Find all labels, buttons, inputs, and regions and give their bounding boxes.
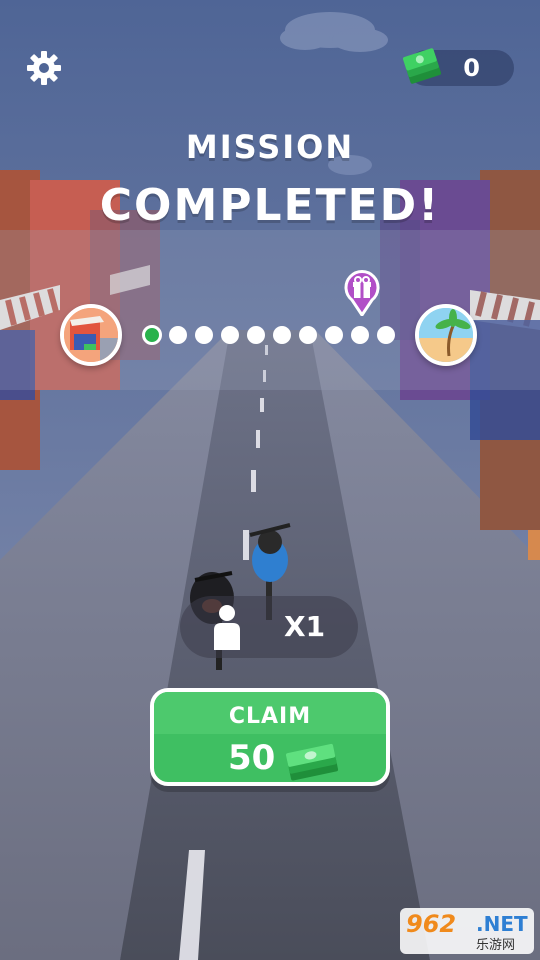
cash-stack-icon <box>402 48 442 84</box>
completed-title: COMPLETED! <box>99 180 441 231</box>
watermark-number: 962 <box>406 910 457 938</box>
start-level-thumbnail <box>60 304 122 366</box>
hud-bar: 0 <box>0 0 540 130</box>
cash-counter: 0 <box>402 48 514 86</box>
city-street-icon <box>64 308 118 362</box>
beach-palm-icon <box>419 308 473 362</box>
progress-dot <box>299 326 317 344</box>
mission-title: MISSION <box>185 128 355 166</box>
multiplier-value: X1 <box>284 610 326 643</box>
progress-dot <box>377 326 395 344</box>
settings-button[interactable] <box>24 48 64 88</box>
reward-gift <box>344 270 380 318</box>
cash-stack-icon <box>286 743 339 781</box>
progress-dot <box>273 326 291 344</box>
progress-dot <box>221 326 239 344</box>
site-watermark: 962 .NET 乐游网 <box>400 908 534 954</box>
progress-dot <box>169 326 187 344</box>
level-progress <box>0 270 540 380</box>
watermark-net: .NET <box>476 912 528 936</box>
gift-pin-icon <box>344 270 380 318</box>
claim-label: CLAIM <box>228 704 312 729</box>
watermark-subtitle: 乐游网 <box>476 938 516 953</box>
passenger-multiplier: X1 <box>180 596 358 658</box>
progress-dot <box>325 326 343 344</box>
claim-amount: 50 <box>228 738 276 778</box>
gear-icon <box>27 51 61 85</box>
next-level-thumbnail <box>415 304 477 366</box>
person-icon <box>214 605 240 650</box>
cash-count: 0 <box>463 54 480 82</box>
progress-dot-current <box>142 325 162 345</box>
progress-dot <box>195 326 213 344</box>
claim-button[interactable]: CLAIM 50 <box>150 688 390 786</box>
progress-dot <box>351 326 369 344</box>
progress-dot <box>247 326 265 344</box>
